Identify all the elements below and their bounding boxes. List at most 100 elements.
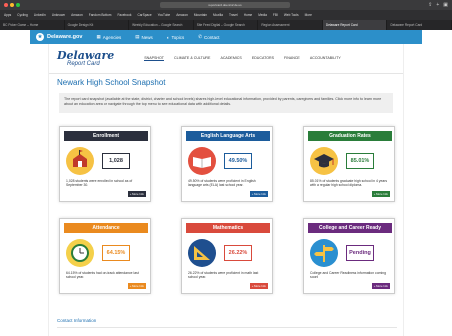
- card-attendance: Attendance 64.15% 64.15% of students had…: [59, 218, 151, 294]
- card-description: 64.15% of students had on-track attendan…: [66, 271, 139, 280]
- card-description: 49.50% of students were proficient in En…: [188, 179, 256, 188]
- bookmark-item[interactable]: Apps: [4, 13, 11, 17]
- page-title: Newark High School Snapshot: [57, 78, 166, 87]
- browser-tab[interactable]: BC Poker Game – Home: [0, 20, 65, 30]
- delaware-seal-icon: ★: [36, 33, 44, 41]
- report-card-menu: SNAPSHOT CLIMATE & CULTURE ACADEMICS EDU…: [144, 56, 341, 61]
- card-title: Graduation Rates: [308, 131, 392, 141]
- bookmark-item[interactable]: Media: [258, 13, 267, 17]
- bookmark-item[interactable]: CarSpace: [137, 13, 151, 17]
- bookmark-item[interactable]: Cycling: [17, 13, 27, 17]
- toolbar-icons: ⇪ + ▣: [428, 2, 448, 8]
- menu-accountability[interactable]: ACCOUNTABILITY: [310, 56, 341, 61]
- bookmarks-bar: Apps Cycling LinkedIn Unknown Amazon Fan…: [0, 10, 452, 20]
- report-card-page: Delaware Report Card SNAPSHOT CLIMATE & …: [48, 44, 404, 336]
- math-value: 26.22%: [224, 245, 252, 261]
- bookmark-item[interactable]: LinkedIn: [34, 13, 46, 17]
- open-book-icon: [188, 147, 216, 175]
- close-window-button[interactable]: [4, 3, 8, 7]
- attendance-value: 64.15%: [102, 245, 130, 261]
- bookmark-item[interactable]: Amazon: [176, 13, 188, 17]
- nav-topics-label: Topics: [171, 34, 185, 40]
- nav-topics[interactable]: ◐ Topics: [167, 35, 184, 40]
- browser-tab[interactable]: Weekly Education – Google Search: [129, 20, 194, 30]
- report-card-header: Delaware Report Card SNAPSHOT CLIMATE & …: [49, 44, 403, 74]
- logo-line-1: Delaware: [57, 49, 115, 62]
- brand-label: Delaware.gov: [47, 34, 83, 40]
- bookmark-item[interactable]: Amazon: [71, 13, 83, 17]
- intro-text: The report card snapshot (available at t…: [59, 93, 393, 113]
- add-tab-icon[interactable]: +: [436, 2, 439, 8]
- menu-educators[interactable]: EDUCATORS: [252, 56, 274, 61]
- card-description: College and Career Readiness information…: [310, 271, 386, 280]
- nav-news[interactable]: ▤ News: [135, 34, 153, 40]
- bookmark-item[interactable]: Mountain: [194, 13, 207, 17]
- delaware-gov-brand[interactable]: ★ Delaware.gov: [36, 33, 82, 41]
- news-icon: ▤: [135, 34, 140, 39]
- contact-icon: ✆: [198, 34, 203, 39]
- window-controls: [4, 3, 20, 7]
- browser-tab-active[interactable]: Delaware Report Card: [322, 20, 388, 30]
- contact-information-link[interactable]: Contact Information: [57, 318, 96, 323]
- card-enrollment: Enrollment 1,028 1,028 students were enr…: [59, 126, 151, 202]
- menu-academics[interactable]: ACADEMICS: [220, 56, 241, 61]
- title-bar: reportcard.doe.k12.de.us ⇪ + ▣: [0, 0, 452, 10]
- bookmark-item[interactable]: Mozilla: [213, 13, 223, 17]
- more-info-button[interactable]: + More Info: [249, 191, 268, 197]
- card-mathematics: Mathematics 26.22% 26.22% of students we…: [181, 218, 273, 294]
- card-description: 85.01% of students graduate high school …: [310, 179, 388, 188]
- report-card-logo[interactable]: Delaware Report Card: [57, 50, 114, 67]
- card-title: Attendance: [64, 223, 148, 233]
- bookmark-item[interactable]: Unknown: [52, 13, 65, 17]
- school-building-icon: [66, 147, 94, 175]
- college-career-value: Pending: [346, 245, 374, 261]
- more-info-button[interactable]: + More Info: [127, 191, 146, 197]
- more-info-button[interactable]: + More Info: [127, 283, 146, 289]
- building-icon: ▦: [96, 34, 101, 39]
- bookmark-item[interactable]: FBI: [273, 13, 278, 17]
- browser-tab[interactable]: Site Feed Digital – Google Search: [194, 20, 259, 30]
- clock-icon: [66, 239, 94, 267]
- logo-line-2: Report Card: [67, 61, 100, 67]
- card-description: 26.22% of students were proficient in ma…: [188, 271, 259, 280]
- minimize-window-button[interactable]: [10, 3, 14, 7]
- nav-news-label: News: [141, 34, 153, 40]
- bookmark-item[interactable]: Facebook: [117, 13, 131, 17]
- more-info-button[interactable]: + More Info: [249, 283, 268, 289]
- menu-climate-culture[interactable]: CLIMATE & CULTURE: [174, 56, 210, 61]
- card-ela: English Language Arts 49.50% 49.50% of s…: [181, 126, 273, 202]
- card-college-career: College and Career Ready Pending College…: [303, 218, 395, 294]
- card-title: College and Career Ready: [308, 223, 392, 233]
- nav-contact[interactable]: ✆ Contact: [198, 34, 219, 40]
- bookmark-item[interactable]: YouTube: [158, 13, 171, 17]
- bookmark-item[interactable]: Travel: [229, 13, 238, 17]
- card-description: 1,028 students were enrolled in school a…: [66, 179, 133, 188]
- tabs-overview-icon[interactable]: ▣: [443, 2, 448, 8]
- address-bar[interactable]: reportcard.doe.k12.de.us: [160, 2, 290, 8]
- browser-tab[interactable]: Google Design Kit: [65, 20, 130, 30]
- browser-tab[interactable]: Delaware Report Card: [387, 20, 452, 30]
- more-info-button[interactable]: + More Info: [371, 191, 390, 197]
- signpost-icon: [310, 239, 338, 267]
- bookmark-item[interactable]: Fandom Bottom: [89, 13, 112, 17]
- tab-strip: BC Poker Game – Home Google Design Kit W…: [0, 20, 452, 30]
- menu-snapshot[interactable]: SNAPSHOT: [144, 56, 165, 61]
- nav-agencies[interactable]: ▦ Agencies: [96, 34, 121, 40]
- divider: [57, 327, 397, 328]
- card-graduation: Graduation Rates 85.01% 85.01% of studen…: [303, 126, 395, 202]
- browser-chrome: reportcard.doe.k12.de.us ⇪ + ▣ Apps Cycl…: [0, 0, 452, 30]
- bookmark-item[interactable]: Home: [244, 13, 253, 17]
- browser-tab[interactable]: Region Assessment: [258, 20, 323, 30]
- enrollment-value: 1,028: [102, 153, 130, 169]
- nav-contact-label: Contact: [204, 34, 220, 40]
- bookmark-item[interactable]: More: [305, 13, 312, 17]
- share-icon[interactable]: ⇪: [428, 2, 432, 8]
- card-title: Enrollment: [64, 131, 148, 141]
- nav-agencies-label: Agencies: [102, 34, 122, 40]
- menu-finance[interactable]: FINANCE: [284, 56, 300, 61]
- bookmark-item[interactable]: Web Tools: [284, 13, 299, 17]
- more-info-button[interactable]: + More Info: [371, 283, 390, 289]
- graduation-cap-icon: [310, 147, 338, 175]
- maximize-window-button[interactable]: [16, 3, 20, 7]
- delaware-gov-nav: ★ Delaware.gov ▦ Agencies ▤ News ◐ Topics ✆…: [30, 30, 422, 44]
